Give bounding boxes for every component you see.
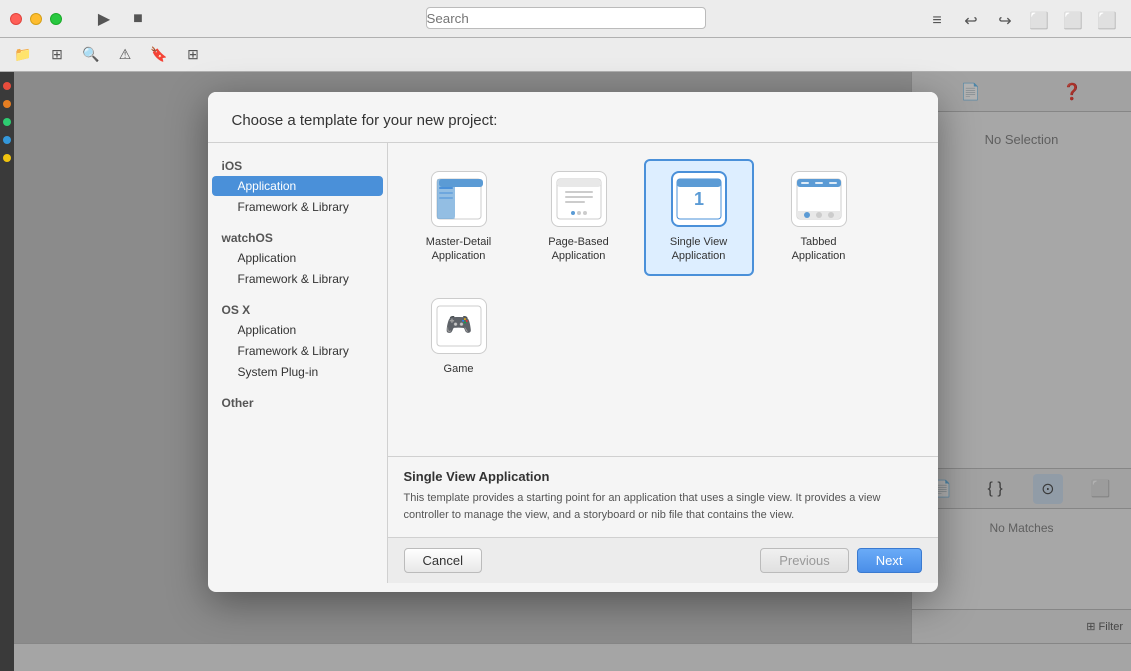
watchos-section-header: watchOS (208, 225, 387, 247)
sidebar-dot-red (3, 82, 11, 90)
layout-btn[interactable]: ⬜ (1093, 7, 1121, 35)
back-button[interactable]: ↩ (957, 7, 985, 35)
template-icon-single-view: 1 (671, 171, 727, 227)
main-area: Choose a template for your new project: … (0, 72, 1131, 671)
cancel-button[interactable]: Cancel (404, 548, 482, 573)
other-section-header: Other (208, 390, 387, 412)
svg-text:🎮: 🎮 (445, 312, 472, 337)
template-label-single-view: Single View Application (654, 235, 744, 264)
view-toggle-1[interactable]: ≡ (923, 7, 951, 35)
next-button[interactable]: Next (857, 548, 922, 573)
previous-button[interactable]: Previous (760, 548, 849, 573)
template-item-master-detail[interactable]: Master-Detail Application (404, 159, 514, 276)
forward-button[interactable]: ↪ (991, 7, 1019, 35)
warning-icon[interactable]: ⚠ (112, 42, 138, 68)
maximize-button[interactable] (50, 13, 62, 25)
single-view-svg: 1 (675, 175, 723, 223)
template-icon-tabbed (791, 171, 847, 227)
dialog: Choose a template for your new project: … (208, 92, 938, 592)
diff-icon[interactable]: ⊞ (44, 42, 70, 68)
template-icon-page-based (551, 171, 607, 227)
template-item-single-view[interactable]: 1 Single View Application (644, 159, 754, 276)
osx-section-header: OS X (208, 297, 387, 319)
nav-item-watchos-framework[interactable]: Framework & Library (212, 269, 383, 289)
dialog-header: Choose a template for your new project: (208, 92, 938, 143)
template-grid: Master-Detail Application (388, 143, 938, 457)
game-svg: 🎮 (435, 302, 483, 350)
window-titlebar: ▶ ■ ≡ ↩ ↪ ⬜ ⬜ ⬜ (0, 0, 1131, 38)
second-toolbar: 📁 ⊞ 🔍 ⚠ 🔖 ⊞ (0, 38, 1131, 72)
minimize-button[interactable] (30, 13, 42, 25)
run-button[interactable]: ▶ (90, 5, 118, 33)
editor-view-btn[interactable]: ⬜ (1025, 7, 1053, 35)
right-toolbar: ≡ ↩ ↪ ⬜ ⬜ ⬜ (923, 7, 1121, 35)
sidebar-dot-green (3, 118, 11, 126)
template-icon-master-detail (431, 171, 487, 227)
master-detail-svg (435, 175, 483, 223)
template-item-tabbed[interactable]: Tabbed Application (764, 159, 874, 276)
description-area: Single View Application This template pr… (388, 457, 938, 537)
page-based-svg (555, 175, 603, 223)
footer-right-buttons: Previous Next (760, 548, 921, 573)
tabbed-svg (795, 175, 843, 223)
content-area: Choose a template for your new project: … (14, 72, 1131, 671)
template-icon-game: 🎮 (431, 298, 487, 354)
bookmark-icon[interactable]: 🔖 (146, 42, 172, 68)
nav-item-ios-application[interactable]: Application (212, 176, 383, 196)
dialog-body: iOS Application Framework & Library watc… (208, 143, 938, 583)
nav-sidebar: iOS Application Framework & Library watc… (208, 143, 388, 583)
sidebar-dot-yellow (3, 154, 11, 162)
dialog-footer: Cancel Previous Next (388, 537, 938, 583)
svg-text:1: 1 (693, 189, 703, 209)
close-button[interactable] (10, 13, 22, 25)
left-sidebar (0, 72, 14, 671)
folder-icon[interactable]: 📁 (10, 42, 36, 68)
template-label-tabbed: Tabbed Application (774, 235, 864, 264)
description-title: Single View Application (404, 469, 922, 484)
dialog-overlay: Choose a template for your new project: … (14, 72, 1131, 671)
nav-item-watchos-application[interactable]: Application (212, 248, 383, 268)
filter-icon[interactable]: ⊞ (180, 42, 206, 68)
split-view-btn[interactable]: ⬜ (1059, 7, 1087, 35)
nav-item-osx-framework[interactable]: Framework & Library (212, 341, 383, 361)
search-input[interactable] (426, 7, 706, 29)
toolbar: ▶ ■ (90, 5, 152, 33)
description-text: This template provides a starting point … (404, 490, 922, 523)
stop-button[interactable]: ■ (124, 5, 152, 33)
sidebar-dot-orange (3, 100, 11, 108)
template-label-game: Game (444, 362, 474, 376)
template-area: Master-Detail Application (388, 143, 938, 583)
nav-item-ios-framework[interactable]: Framework & Library (212, 197, 383, 217)
template-label-master-detail: Master-Detail Application (414, 235, 504, 264)
nav-item-osx-application[interactable]: Application (212, 320, 383, 340)
sidebar-dot-blue (3, 136, 11, 144)
search-icon[interactable]: 🔍 (78, 42, 104, 68)
ios-section-header: iOS (208, 153, 387, 175)
nav-item-osx-plugin[interactable]: System Plug-in (212, 362, 383, 382)
template-item-game[interactable]: 🎮 Game (404, 286, 514, 388)
template-label-page-based: Page-Based Application (534, 235, 624, 264)
dialog-title: Choose a template for your new project: (232, 112, 498, 129)
template-item-page-based[interactable]: Page-Based Application (524, 159, 634, 276)
